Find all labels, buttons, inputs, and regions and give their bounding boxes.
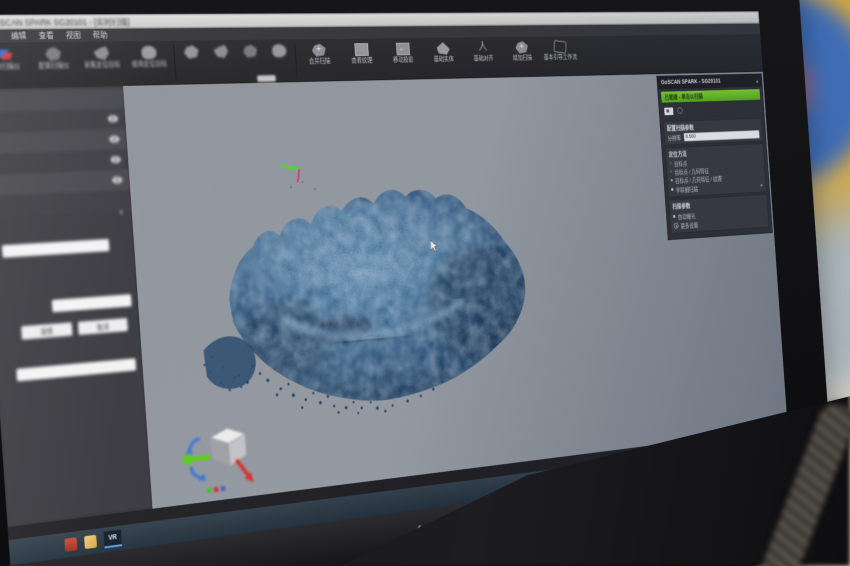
property-input-1[interactable] <box>2 239 110 258</box>
mesh-icon <box>271 44 286 57</box>
move-projection-button[interactable]: ← 移动投影 <box>381 40 425 79</box>
cancel-button[interactable]: 取消 <box>78 318 129 336</box>
chevron-down-icon[interactable]: ▾ <box>119 209 123 217</box>
accept-button[interactable]: 接受 <box>21 322 73 340</box>
workflow-icon <box>553 40 566 54</box>
merge-scans-button[interactable]: + 合并扫描 <box>297 41 343 80</box>
checkbox-icon: ■ <box>671 187 674 192</box>
scene-tree <box>0 86 132 218</box>
texture-icon <box>354 43 369 56</box>
view-orientation-widget[interactable] <box>176 416 260 499</box>
property-input-3[interactable] <box>16 358 137 382</box>
scanner-panel-header[interactable]: GoSCAN SPARK - SG20101 ▴ <box>657 74 762 89</box>
add-scan-icon: + <box>515 41 528 53</box>
positioning-section: 定位方法 ○ 目标点 ○ 目标点 / 几何特征 ● 目标点 <box>665 143 767 198</box>
projection-icon: ← <box>395 43 409 56</box>
menu-edit[interactable]: 编辑 <box>11 30 27 41</box>
scan-model <box>172 129 547 434</box>
scanner-panel-title: GoSCAN SPARK - SG20101 <box>661 79 721 86</box>
eye-icon[interactable] <box>109 136 120 143</box>
merge-scan-icon: + <box>311 44 326 57</box>
mesh-icon <box>242 44 257 57</box>
view-texture-button[interactable]: 查看纹理 <box>339 40 384 79</box>
scanner-toolbar-group: 校准扫描仪 配置扫描仪 采集定位目标 使用定位目标 <box>0 43 174 87</box>
add-scan-button[interactable]: + 增加扫描 <box>502 38 543 75</box>
eye-icon[interactable] <box>111 156 122 163</box>
scan-view-button-2[interactable] <box>205 42 237 82</box>
mesh-icon <box>213 45 229 58</box>
scan-view-button-1[interactable] <box>176 42 209 83</box>
solid-icon <box>436 42 450 55</box>
photo-scene: GoSCAN SPARK SG20101 - [实时扫描] 文件 编辑 查看 视… <box>0 0 850 566</box>
ram-gauge-icon: ▮ <box>677 445 680 451</box>
window-title: GoSCAN SPARK SG20101 - [实时扫描] <box>0 16 130 29</box>
tray-icon[interactable] <box>722 454 728 461</box>
vxelements-taskbar-icon[interactable]: VR <box>103 529 122 548</box>
eye-icon[interactable] <box>108 115 119 122</box>
use-targets-button[interactable]: 使用定位目标 <box>125 43 174 84</box>
expand-arrow-icon[interactable]: ▸ <box>760 181 763 188</box>
guided-workflow-button[interactable]: 基本引导工作流 <box>540 38 580 75</box>
scan-surface-icon <box>93 46 110 60</box>
eye-icon[interactable] <box>112 176 123 183</box>
hp-logo: hp <box>414 522 437 545</box>
scan-params-section: 扫描参数 ■ 自动曝光 更多设置 <box>668 194 769 234</box>
scan-blob-icon <box>141 46 157 60</box>
radio-selected-icon: ● <box>670 178 673 183</box>
resolution-label: 分辨率 <box>667 133 681 142</box>
tray-icon[interactable] <box>698 457 704 464</box>
scan-mesh-icon <box>45 47 62 61</box>
photos-app-icon[interactable] <box>84 535 97 549</box>
gear-icon <box>674 223 679 229</box>
basic-alignment-button[interactable]: 人 基础对齐 <box>462 39 504 77</box>
scanner-device-icon[interactable] <box>664 107 673 115</box>
resolution-input[interactable]: 0.500 <box>683 130 759 141</box>
scan-views-group <box>176 41 296 83</box>
basic-entities-button[interactable]: 基础实体 <box>422 39 465 77</box>
tray-icon[interactable] <box>730 453 736 460</box>
taskbar-clock[interactable]: 10:47 2022/5/11 <box>765 444 783 458</box>
scanner-panel: GoSCAN SPARK - SG20101 ▴ 已就绪 - 单击以扫描 配置扫… <box>656 73 772 240</box>
target-icon[interactable] <box>677 107 683 114</box>
properties-panel: ▾ 接受 取消 <box>0 210 153 527</box>
laptop: GoSCAN SPARK SG20101 - [实时扫描] 文件 编辑 查看 视… <box>0 0 838 566</box>
origin-axis-marker <box>281 165 300 183</box>
acquire-targets-button[interactable]: 采集定位目标 <box>77 43 128 85</box>
calibrate-scanner-button[interactable]: 校准扫描仪 <box>0 44 31 87</box>
menu-help[interactable]: 帮助 <box>92 30 107 41</box>
radio-icon: ○ <box>670 170 673 175</box>
tray-icon[interactable] <box>746 451 752 458</box>
tray-icon[interactable] <box>754 450 760 457</box>
tray-icon[interactable] <box>714 455 720 462</box>
mouse-cursor <box>430 240 439 253</box>
tray-icon[interactable] <box>706 456 712 463</box>
vxelements-logo-icon <box>0 47 12 61</box>
scanner-icons-row <box>659 100 764 120</box>
toolbar-badge <box>257 75 276 82</box>
config-section: 配置扫描参数 分辨率 0.500 <box>663 118 763 146</box>
action-toolbar-group: + 合并扫描 查看纹理 ← 移动投影 基础实体 <box>297 38 581 80</box>
checkbox-checked-icon: ■ <box>673 214 676 219</box>
configure-scanner-button[interactable]: 配置扫描仪 <box>28 44 80 86</box>
tripod-icon: 人 <box>476 42 490 55</box>
mesh-icon <box>183 45 199 59</box>
tray-icon[interactable] <box>738 452 744 459</box>
radio-icon: ○ <box>669 161 672 166</box>
menu-view[interactable]: 查看 <box>38 30 54 41</box>
menu-display[interactable]: 视图 <box>66 30 82 41</box>
taskbar-app-icon-red[interactable] <box>64 537 77 551</box>
property-input-2[interactable] <box>51 294 132 313</box>
collapse-icon[interactable]: ▴ <box>756 77 759 84</box>
